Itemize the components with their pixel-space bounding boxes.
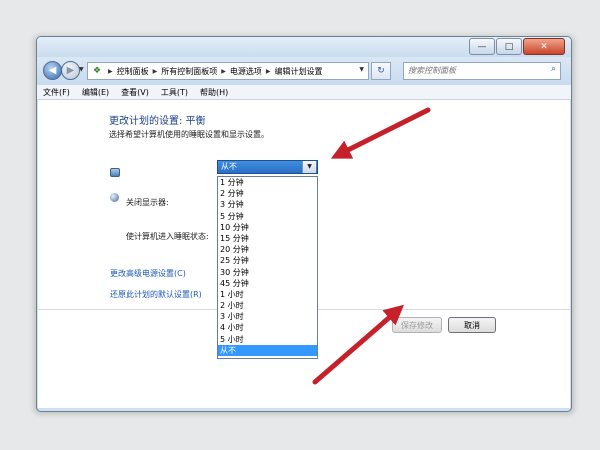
dropdown-option[interactable]: 45 分钟 [218,278,317,289]
breadcrumb-item[interactable]: 控制面板 [117,66,149,77]
breadcrumb: ▶ 控制面板 ▶ 所有控制面板项 ▶ 电源选项 ▶ 编辑计划设置 [104,66,323,77]
dropdown-option[interactable]: 5 小时 [218,334,317,345]
menu-help[interactable]: 帮助(H) [194,87,234,98]
breadcrumb-item[interactable]: 所有控制面板项 [161,66,217,77]
sleep-icon [110,193,119,202]
title-bar: — □ ✕ [37,37,571,57]
maximize-button[interactable]: □ [496,38,522,55]
advanced-power-settings-link[interactable]: 更改高级电源设置(C) [110,268,186,279]
address-dropdown-icon[interactable]: ▼ [359,66,364,73]
sleep-label: 使计算机进入睡眠状态: [126,232,209,241]
menu-tools[interactable]: 工具(T) [155,87,194,98]
page-subtitle: 选择希望计算机使用的睡眠设置和显示设置。 [109,130,269,139]
menu-view[interactable]: 查看(V) [115,87,155,98]
dropdown-option[interactable]: 4 小时 [218,322,317,333]
search-input[interactable] [408,63,538,77]
breadcrumb-separator-icon[interactable]: ▶ [221,68,226,75]
forward-button[interactable]: ▶ [61,61,80,80]
dropdown-option[interactable]: 1 分钟 [218,177,317,188]
dropdown-option[interactable]: 10 分钟 [218,222,317,233]
menu-edit[interactable]: 编辑(E) [76,87,115,98]
chevron-down-icon[interactable]: ▼ [302,161,316,173]
dropdown-option[interactable]: 15 分钟 [218,233,317,244]
dropdown-option[interactable]: 2 小时 [218,300,317,311]
back-button[interactable]: ◀ [43,61,62,80]
breadcrumb-separator-icon[interactable]: ▶ [153,68,158,75]
history-dropdown-icon[interactable]: ▼ [79,66,84,73]
dropdown-option[interactable]: 从不 [218,344,317,356]
display-off-label: 关闭显示器: [126,198,169,207]
monitor-icon [110,168,120,177]
display-off-select[interactable]: 从不 ▼ [217,160,318,174]
dropdown-option[interactable]: 1 小时 [218,289,317,300]
display-off-value: 从不 [221,162,237,171]
dropdown-option[interactable]: 25 分钟 [218,255,317,266]
display-off-options-list[interactable]: 1 分钟 2 分钟 3 分钟 5 分钟 10 分钟 15 分钟 20 分钟 25 分钟 30 分… [217,176,318,359]
close-button[interactable]: ✕ [523,38,565,55]
menu-file[interactable]: 文件(F) [37,87,76,98]
minimize-button[interactable]: — [469,38,495,55]
dropdown-option[interactable]: 3 分钟 [218,199,317,210]
dropdown-option[interactable]: 3 小时 [218,311,317,322]
restore-defaults-link[interactable]: 还原此计划的默认设置(R) [110,289,202,300]
breadcrumb-item[interactable]: 电源选项 [230,66,262,77]
refresh-button[interactable]: ↻ [371,62,391,80]
dropdown-option[interactable]: 30 分钟 [218,267,317,278]
search-icon[interactable]: ⌕ [551,64,556,74]
breadcrumb-item[interactable]: 编辑计划设置 [275,66,323,77]
control-panel-icon: ❖ [92,66,102,76]
page-title: 更改计划的设置: 平衡 [109,116,206,127]
breadcrumb-separator-icon[interactable]: ▶ [108,68,113,75]
caption-buttons: — □ ✕ [468,38,565,55]
address-box[interactable]: ❖ ▶ 控制面板 ▶ 所有控制面板项 ▶ 电源选项 ▶ 编辑计划设置 ▼ [87,62,369,80]
cancel-button[interactable]: 取消 [448,317,496,333]
dropdown-option[interactable]: 2 分钟 [218,188,317,199]
dropdown-option[interactable]: 5 分钟 [218,211,317,222]
dropdown-option[interactable]: 20 分钟 [218,244,317,255]
search-box[interactable]: ⌕ [403,62,561,80]
address-toolbar: ◀ ▶ ▼ ❖ ▶控制面板▶所有控制面板项▶电源选项▶编辑计划设置 ▼ ↻ ⌕ [37,57,571,85]
save-changes-button[interactable]: 保存修改 [392,317,442,333]
breadcrumb-separator-icon[interactable]: ▶ [266,68,271,75]
menu-bar: 文件(F) 编辑(E) 查看(V) 工具(T) 帮助(H) [37,85,571,100]
